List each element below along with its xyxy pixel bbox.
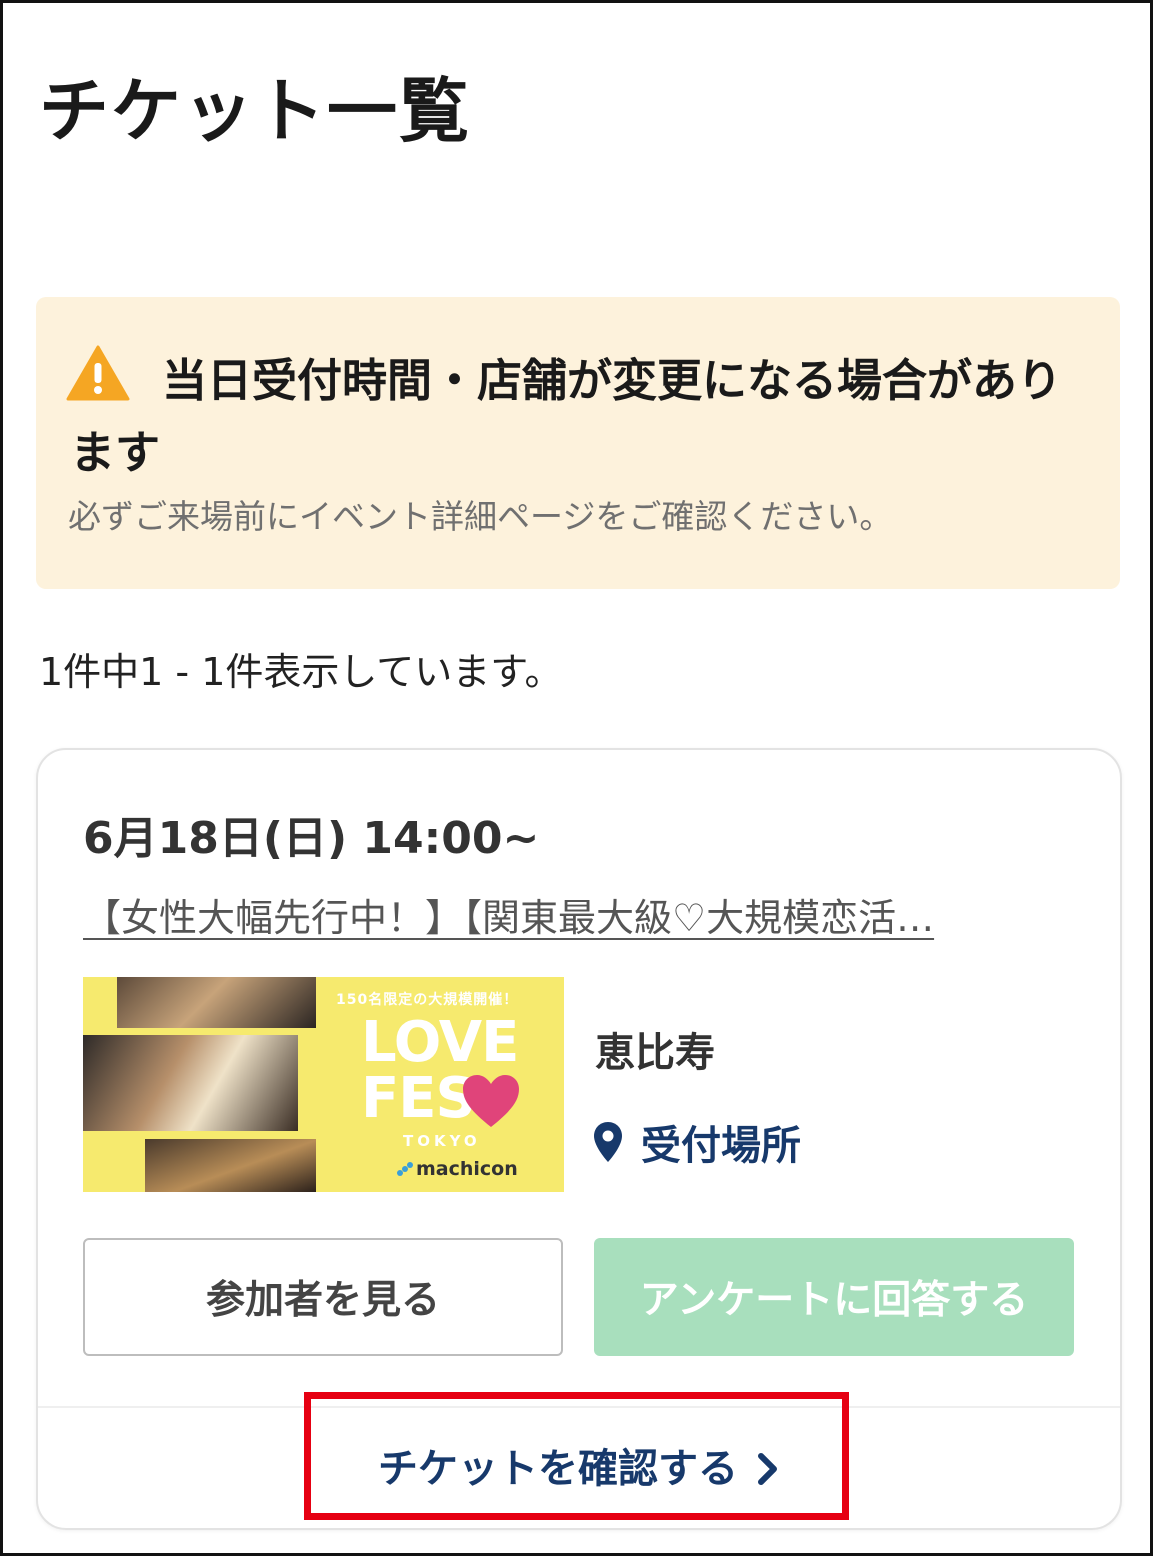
answer-survey-button[interactable]: アンケートに回答する [594,1238,1074,1356]
thumbnail-logo-fes: FES [361,1066,476,1131]
confirm-ticket-button[interactable]: チケットを確認する [38,1410,1120,1520]
ticket-card: 6月18日(日) 14:00~ 【女性大幅先行中！】【関東最大級♡大規模恋活… … [36,748,1122,1530]
result-count: 1件中1 - 1件表示しています。 [39,650,563,694]
event-datetime: 6月18日(日) 14:00~ [83,813,540,864]
notice-headline: 当日受付時間・店舗が変更になる場合があります [70,354,1063,479]
reception-label: 受付場所 [641,1123,801,1169]
heart-icon [463,1075,519,1127]
notice-subtext: 必ずご来場前にイベント詳細ページをご確認ください。 [68,497,893,536]
confirm-ticket-label: チケットを確認する [378,1446,738,1492]
event-title-link[interactable]: 【女性大幅先行中！】【関東最大級♡大規模恋活… [83,887,1068,942]
thumbnail-logo-city: TOKYO [403,1132,481,1150]
card-divider [38,1406,1120,1408]
venue-area: 恵比寿 [595,1030,715,1076]
thumbnail-caption: 150名限定の大規模開催！ [336,992,519,1008]
thumbnail-photo [83,1035,298,1131]
brand-mark-icon [397,1162,413,1176]
thumbnail-photo [117,977,316,1028]
thumbnail-photo [145,1139,316,1192]
page-title: チケット一覧 [39,70,471,152]
reception-location-link[interactable]: 受付場所 [593,1113,801,1171]
thumbnail-brand: machicon [416,1158,518,1180]
thumbnail-logo-love: LOVE [361,1010,519,1075]
notice-banner: 当日受付時間・店舗が変更になる場合があります 必ずご来場前にイベント詳細ページを… [36,297,1120,589]
event-thumbnail[interactable]: 150名限定の大規模開催！ LOVE FES TOKYO machicon [83,977,564,1192]
map-pin-icon [594,1122,622,1162]
chevron-right-icon [758,1453,777,1485]
screen-frame: チケット一覧 当日受付時間・店舗が変更になる場合があります 必ずご来場前にイベン… [0,0,1153,1556]
view-participants-button[interactable]: 参加者を見る [83,1238,563,1356]
